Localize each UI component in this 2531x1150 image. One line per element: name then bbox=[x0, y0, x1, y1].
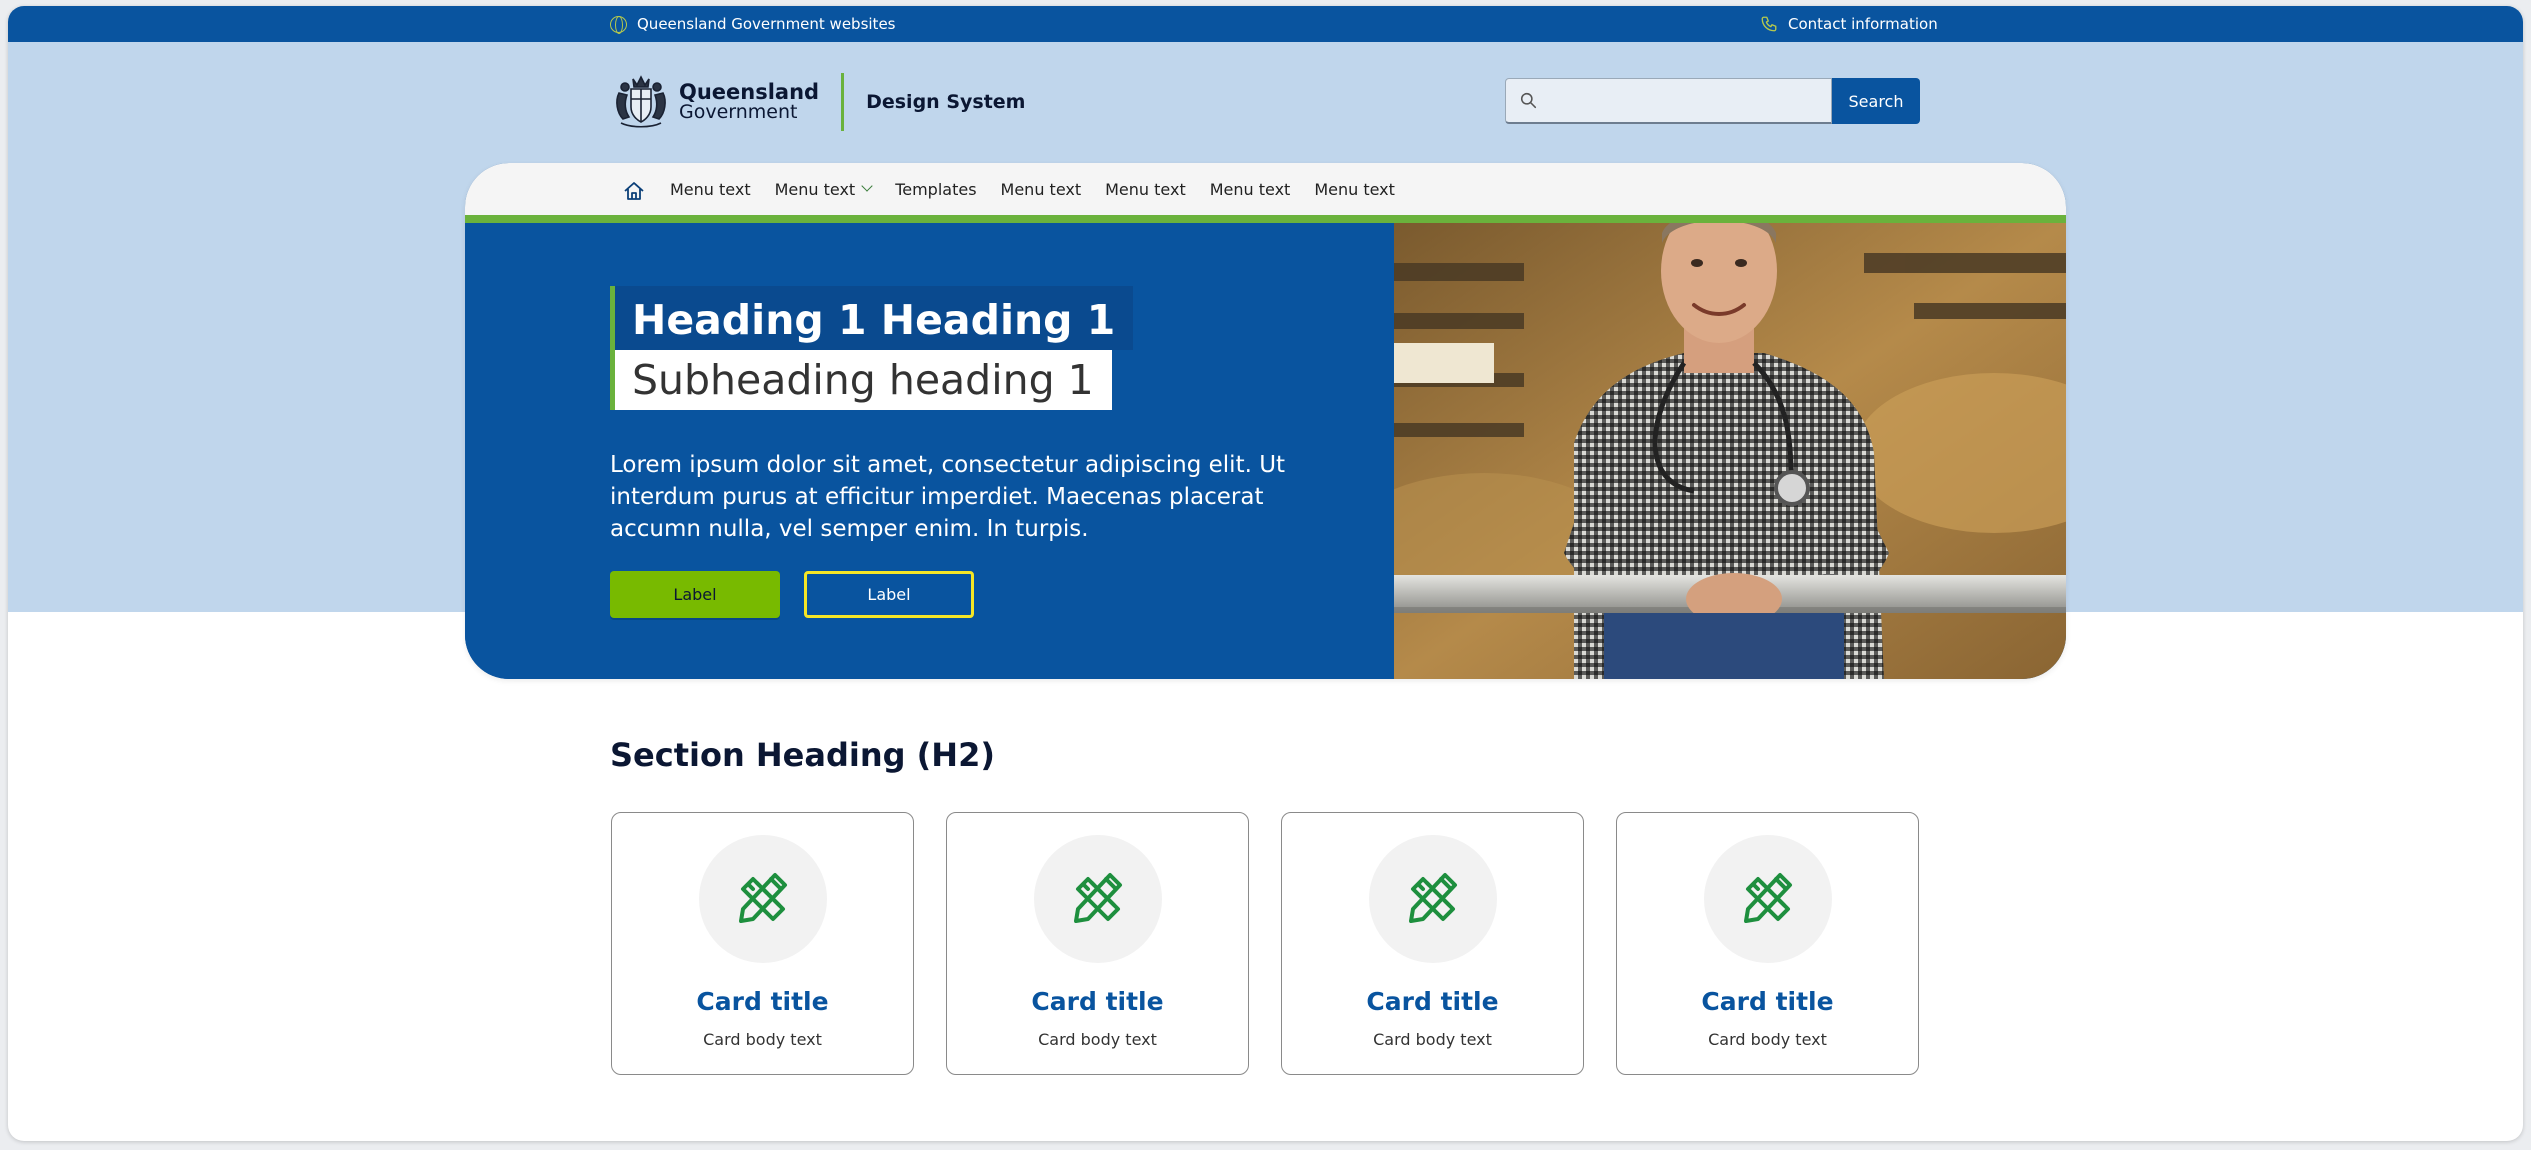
contact-label: Contact information bbox=[1788, 15, 1938, 33]
card-icon-circle bbox=[1368, 835, 1497, 963]
pencil-ruler-icon bbox=[738, 873, 787, 923]
utility-bar: Queensland Government websites Contact i… bbox=[8, 6, 2523, 42]
secondary-button[interactable]: Label bbox=[804, 571, 974, 618]
hero-banner: Menu text Menu text Templates Menu text … bbox=[465, 163, 2066, 679]
logo-divider bbox=[841, 73, 845, 131]
farmer-photo bbox=[1394, 223, 2066, 679]
coat-of-arms-icon bbox=[616, 75, 666, 128]
card-title: Card title bbox=[696, 987, 829, 1016]
card-4[interactable]: Card title Card body text bbox=[1616, 812, 1919, 1075]
site-logo[interactable]: Queensland Government Design System bbox=[611, 72, 1025, 132]
qld-websites-label: Queensland Government websites bbox=[637, 15, 896, 33]
phone-icon bbox=[1760, 15, 1778, 33]
nav-item-7[interactable]: Menu text bbox=[1302, 163, 1407, 215]
card-title: Card title bbox=[1701, 987, 1834, 1016]
site-name[interactable]: Design System bbox=[866, 91, 1025, 113]
main-navigation: Menu text Menu text Templates Menu text … bbox=[465, 163, 2066, 219]
card-body: Card body text bbox=[1038, 1030, 1157, 1049]
card-title: Card title bbox=[1031, 987, 1164, 1016]
nav-item-5[interactable]: Menu text bbox=[1093, 163, 1198, 215]
pencil-ruler-icon bbox=[1743, 873, 1792, 923]
hero-body-text: Lorem ipsum dolor sit amet, consectetur … bbox=[610, 452, 1286, 542]
nav-item-2-dropdown[interactable]: Menu text bbox=[763, 163, 884, 215]
chevron-down-icon bbox=[861, 180, 873, 192]
browser-viewport: Queensland Government websites Contact i… bbox=[8, 6, 2523, 1141]
nav-item-1[interactable]: Menu text bbox=[658, 163, 763, 215]
card-list: Card title Card body text Card title Car… bbox=[611, 812, 1919, 1075]
card-title: Card title bbox=[1366, 987, 1499, 1016]
card-body: Card body text bbox=[703, 1030, 822, 1049]
card-1[interactable]: Card title Card body text bbox=[611, 812, 914, 1075]
section-heading: Section Heading (H2) bbox=[610, 736, 995, 774]
nav-item-4[interactable]: Menu text bbox=[989, 163, 1094, 215]
pencil-ruler-icon bbox=[1408, 873, 1457, 923]
card-body: Card body text bbox=[1373, 1030, 1492, 1049]
card-body: Card body text bbox=[1708, 1030, 1827, 1049]
nav-home[interactable] bbox=[610, 167, 658, 219]
hero-heading: Heading 1 Heading 1 bbox=[610, 286, 1134, 350]
contact-link[interactable]: Contact information bbox=[1760, 6, 1938, 42]
card-icon-circle bbox=[698, 835, 827, 963]
search-field[interactable] bbox=[1505, 78, 1832, 124]
globe-icon bbox=[610, 15, 627, 34]
hero-image bbox=[1394, 223, 2066, 679]
search-button[interactable]: Search bbox=[1832, 78, 1920, 124]
pencil-ruler-icon bbox=[1073, 873, 1122, 923]
qld-websites-link[interactable]: Queensland Government websites bbox=[610, 6, 896, 42]
hero-content: Heading 1 Heading 1 Subheading heading 1… bbox=[465, 223, 1394, 679]
card-3[interactable]: Card title Card body text bbox=[1281, 812, 1584, 1075]
primary-button[interactable]: Label bbox=[610, 571, 780, 618]
nav-item-6[interactable]: Menu text bbox=[1198, 163, 1303, 215]
home-icon bbox=[624, 182, 644, 200]
card-icon-circle bbox=[1703, 835, 1832, 963]
nav-accent-bar bbox=[465, 215, 2066, 223]
card-icon-circle bbox=[1033, 835, 1162, 963]
search-input[interactable] bbox=[1537, 80, 1817, 121]
search-icon bbox=[1520, 92, 1537, 109]
card-2[interactable]: Card title Card body text bbox=[946, 812, 1249, 1075]
nav-item-templates[interactable]: Templates bbox=[883, 163, 988, 215]
hero-subheading: Subheading heading 1 bbox=[610, 350, 1112, 410]
logo-wordmark: Queensland Government bbox=[679, 80, 820, 124]
